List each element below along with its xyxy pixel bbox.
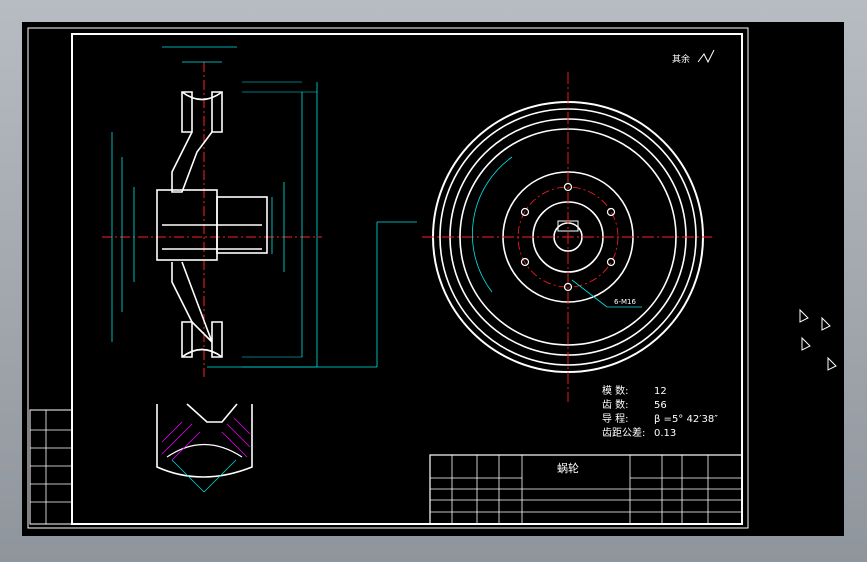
side-marker-group (799, 308, 837, 371)
section-view (102, 46, 417, 377)
front-view: 6-M16 (422, 72, 712, 402)
outer-border (27, 27, 749, 529)
spec-value-module: 12 (654, 386, 667, 397)
left-side-block (29, 409, 73, 525)
hole-leader (571, 279, 608, 308)
detail-leader-right (203, 459, 237, 493)
hole-label: 6-M16 (614, 298, 636, 306)
rim-top-right (211, 91, 223, 133)
drawing-canvas[interactable]: 6-M16 其余 模 数: 12 齿 数: 56 导 程: β =5° 42′3… (22, 22, 844, 536)
part-name: 蜗轮 (557, 461, 579, 475)
spec-table: 模 数: 12 齿 数: 56 导 程: β =5° 42′38″ 齿距公差: … (602, 384, 718, 439)
roughness-marker-icon-4 (827, 356, 837, 371)
detail-leader-left (171, 459, 205, 493)
left-block-frame (29, 409, 73, 525)
rim-bottom-groove (181, 348, 223, 358)
spec-label-lead: 导 程: (602, 413, 629, 425)
cad-viewport[interactable]: 6-M16 其余 模 数: 12 齿 数: 56 导 程: β =5° 42′3… (0, 0, 867, 562)
spec-label-teeth: 齿 数: (602, 398, 629, 411)
rim-top-left (181, 91, 193, 133)
bolt-hole-2 (606, 207, 616, 217)
detail-root-arc (166, 443, 243, 458)
web-top (171, 131, 213, 193)
spec-label-pitch-tol: 齿距公差: (602, 426, 645, 439)
roughness-marker-icon (799, 308, 809, 323)
rim-top-groove (181, 91, 223, 101)
spec-value-pitch-tol: 0.13 (654, 428, 676, 439)
spec-value-teeth: 56 (654, 400, 667, 411)
roughness-rest-label: 其余 (672, 53, 690, 65)
roughness-marker-icon-2 (821, 316, 831, 331)
roughness-marker-icon-3 (801, 336, 811, 351)
drawing-svg: 6-M16 其余 模 数: 12 齿 数: 56 导 程: β =5° 42′3… (27, 27, 749, 529)
roughness-mark-icon (697, 49, 715, 64)
extension-lines-top (242, 81, 317, 93)
detail-outline (156, 404, 253, 478)
title-block: 蜗轮 (429, 454, 743, 525)
spec-label-module: 模 数: (602, 384, 629, 397)
spec-value-lead: β =5° 42′38″ (654, 414, 718, 425)
bolt-hole-3 (606, 257, 616, 267)
detail-view (156, 403, 253, 493)
detail-groove (186, 403, 238, 423)
extension-lines-bottom (242, 356, 317, 368)
